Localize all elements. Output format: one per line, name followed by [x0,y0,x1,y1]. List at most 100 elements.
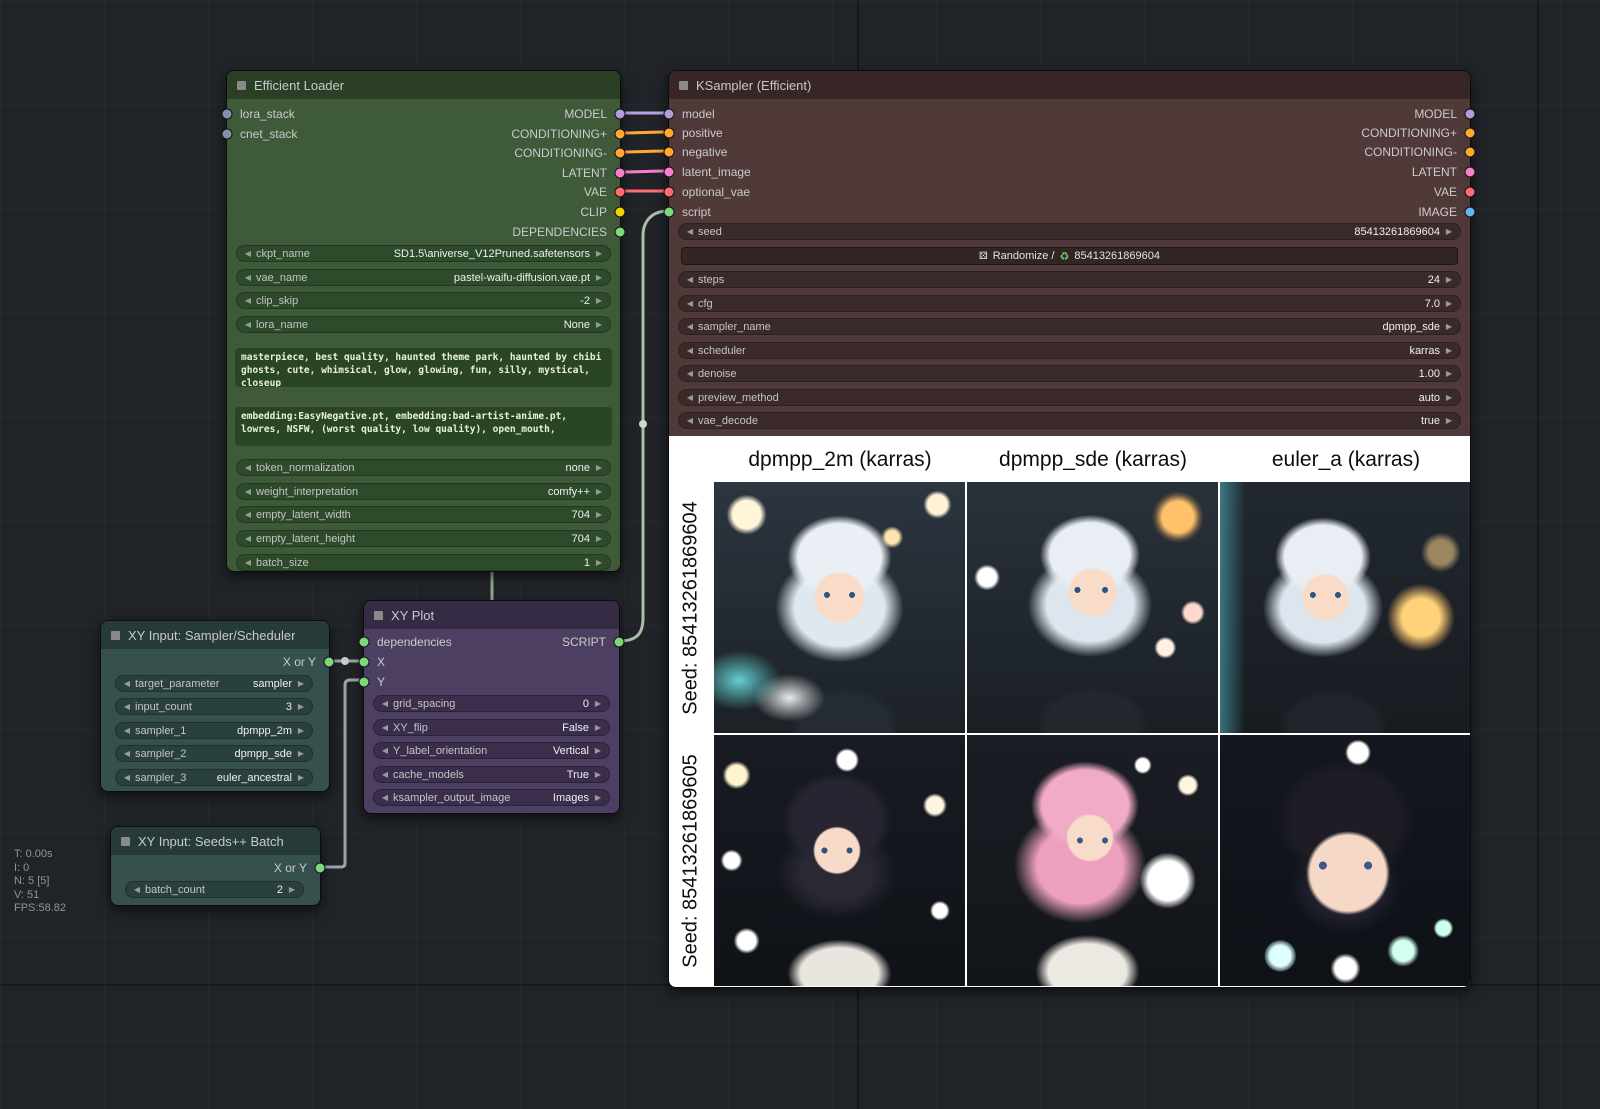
increment-icon[interactable]: ▶ [1443,393,1455,402]
widget-ksampler-output-image[interactable]: ◀ ksampler_output_image Images ▶ [373,789,610,806]
widget-vae-name[interactable]: ◀ vae_name pastel-waifu-diffusion.vae.pt… [236,269,611,286]
negative-prompt-textarea[interactable]: embedding:EasyNegative.pt, embedding:bad… [235,407,612,446]
decrement-icon[interactable]: ◀ [121,702,133,711]
widget-y-label-orientation[interactable]: ◀ Y_label_orientation Vertical ▶ [373,742,610,759]
decrement-icon[interactable]: ◀ [684,275,696,284]
increment-icon[interactable]: ▶ [286,885,298,894]
collapse-icon[interactable] [679,81,688,90]
decrement-icon[interactable]: ◀ [242,510,254,519]
node-ksampler-efficient[interactable]: KSampler (Efficient) model positive nega… [668,70,1471,988]
widget-target-parameter[interactable]: ◀ target_parameter sampler ▶ [115,675,313,692]
decrement-icon[interactable]: ◀ [379,793,391,802]
widget-preview-method[interactable]: ◀ preview_method auto ▶ [678,389,1461,406]
increment-icon[interactable]: ▶ [295,726,307,735]
increment-icon[interactable]: ▶ [593,249,605,258]
increment-icon[interactable]: ▶ [1443,322,1455,331]
decrement-icon[interactable]: ◀ [121,679,133,688]
decrement-icon[interactable]: ◀ [684,227,696,236]
input-port-positive[interactable] [664,128,675,139]
increment-icon[interactable]: ▶ [295,679,307,688]
widget-batch-size[interactable]: ◀ batch_size 1 ▶ [236,554,611,571]
node-header[interactable]: XY Input: Seeds++ Batch [111,827,320,855]
widget-steps[interactable]: ◀ steps 24 ▶ [678,271,1461,288]
collapse-icon[interactable] [374,611,383,620]
output-port-conditioning-minus[interactable] [615,148,626,159]
decrement-icon[interactable]: ◀ [684,369,696,378]
widget-batch-count[interactable]: ◀ batch_count 2 ▶ [125,881,304,898]
increment-icon[interactable]: ▶ [1443,369,1455,378]
output-port-vae[interactable] [1465,187,1476,198]
widget-input-count[interactable]: ◀ input_count 3 ▶ [115,698,313,715]
increment-icon[interactable]: ▶ [1443,416,1455,425]
decrement-icon[interactable]: ◀ [121,749,133,758]
collapse-icon[interactable] [121,837,130,846]
output-port-x-or-y[interactable] [315,863,326,874]
output-port-clip[interactable] [615,207,626,218]
collapse-icon[interactable] [237,81,246,90]
decrement-icon[interactable]: ◀ [242,558,254,567]
input-port-script[interactable] [664,207,675,218]
widget-sampler-1[interactable]: ◀ sampler_1 dpmpp_2m ▶ [115,722,313,739]
node-efficient-loader[interactable]: Efficient Loader lora_stack cnet_stack M… [226,70,621,572]
increment-icon[interactable]: ▶ [593,487,605,496]
widget-seed[interactable]: ◀ seed 85413261869604 ▶ [678,223,1461,240]
input-port-model[interactable] [664,109,675,120]
output-port-model[interactable] [1465,109,1476,120]
node-xy-input-seeds-batch[interactable]: XY Input: Seeds++ Batch X or Y ◀ batch_c… [110,826,321,906]
decrement-icon[interactable]: ◀ [242,249,254,258]
increment-icon[interactable]: ▶ [592,770,604,779]
increment-icon[interactable]: ▶ [593,273,605,282]
increment-icon[interactable]: ▶ [593,510,605,519]
widget-denoise[interactable]: ◀ denoise 1.00 ▶ [678,365,1461,382]
increment-icon[interactable]: ▶ [592,746,604,755]
node-header[interactable]: XY Input: Sampler/Scheduler [101,621,329,649]
widget-token-normalization[interactable]: ◀ token_normalization none ▶ [236,459,611,476]
decrement-icon[interactable]: ◀ [684,393,696,402]
output-port-conditioning-plus[interactable] [1465,128,1476,139]
output-port-model[interactable] [615,109,626,120]
decrement-icon[interactable]: ◀ [379,770,391,779]
output-port-x-or-y[interactable] [324,657,335,668]
decrement-icon[interactable]: ◀ [684,346,696,355]
decrement-icon[interactable]: ◀ [684,416,696,425]
decrement-icon[interactable]: ◀ [684,322,696,331]
increment-icon[interactable]: ▶ [1443,346,1455,355]
increment-icon[interactable]: ▶ [593,296,605,305]
decrement-icon[interactable]: ◀ [379,723,391,732]
widget-xy-flip[interactable]: ◀ XY_flip False ▶ [373,719,610,736]
input-port-dependencies[interactable] [359,637,370,648]
increment-icon[interactable]: ▶ [592,793,604,802]
increment-icon[interactable]: ▶ [1443,227,1455,236]
decrement-icon[interactable]: ◀ [242,534,254,543]
input-port-lora-stack[interactable] [222,109,233,120]
decrement-icon[interactable]: ◀ [131,885,143,894]
increment-icon[interactable]: ▶ [593,463,605,472]
positive-prompt-textarea[interactable]: masterpiece, best quality, haunted theme… [235,348,612,387]
widget-cache-models[interactable]: ◀ cache_models True ▶ [373,766,610,783]
widget-ckpt-name[interactable]: ◀ ckpt_name SD1.5\aniverse_V12Pruned.saf… [236,245,611,262]
decrement-icon[interactable]: ◀ [242,487,254,496]
widget-empty-latent-width[interactable]: ◀ empty_latent_width 704 ▶ [236,506,611,523]
node-header[interactable]: KSampler (Efficient) [669,71,1470,99]
widget-sampler-2[interactable]: ◀ sampler_2 dpmpp_sde ▶ [115,745,313,762]
decrement-icon[interactable]: ◀ [242,273,254,282]
decrement-icon[interactable]: ◀ [379,746,391,755]
node-xy-plot[interactable]: XY Plot dependencies X Y SCRIPT ◀ grid_s… [363,600,620,814]
output-port-latent[interactable] [1465,167,1476,178]
decrement-icon[interactable]: ◀ [121,773,133,782]
increment-icon[interactable]: ▶ [1443,275,1455,284]
increment-icon[interactable]: ▶ [593,558,605,567]
decrement-icon[interactable]: ◀ [121,726,133,735]
decrement-icon[interactable]: ◀ [242,296,254,305]
decrement-icon[interactable]: ◀ [242,463,254,472]
output-port-image[interactable] [1465,207,1476,218]
widget-scheduler[interactable]: ◀ scheduler karras ▶ [678,342,1461,359]
widget-lora-name[interactable]: ◀ lora_name None ▶ [236,316,611,333]
increment-icon[interactable]: ▶ [592,723,604,732]
widget-vae-decode[interactable]: ◀ vae_decode true ▶ [678,412,1461,429]
widget-grid-spacing[interactable]: ◀ grid_spacing 0 ▶ [373,695,610,712]
widget-sampler-name[interactable]: ◀ sampler_name dpmpp_sde ▶ [678,318,1461,335]
increment-icon[interactable]: ▶ [1443,299,1455,308]
widget-clip-skip[interactable]: ◀ clip_skip -2 ▶ [236,292,611,309]
increment-icon[interactable]: ▶ [295,773,307,782]
